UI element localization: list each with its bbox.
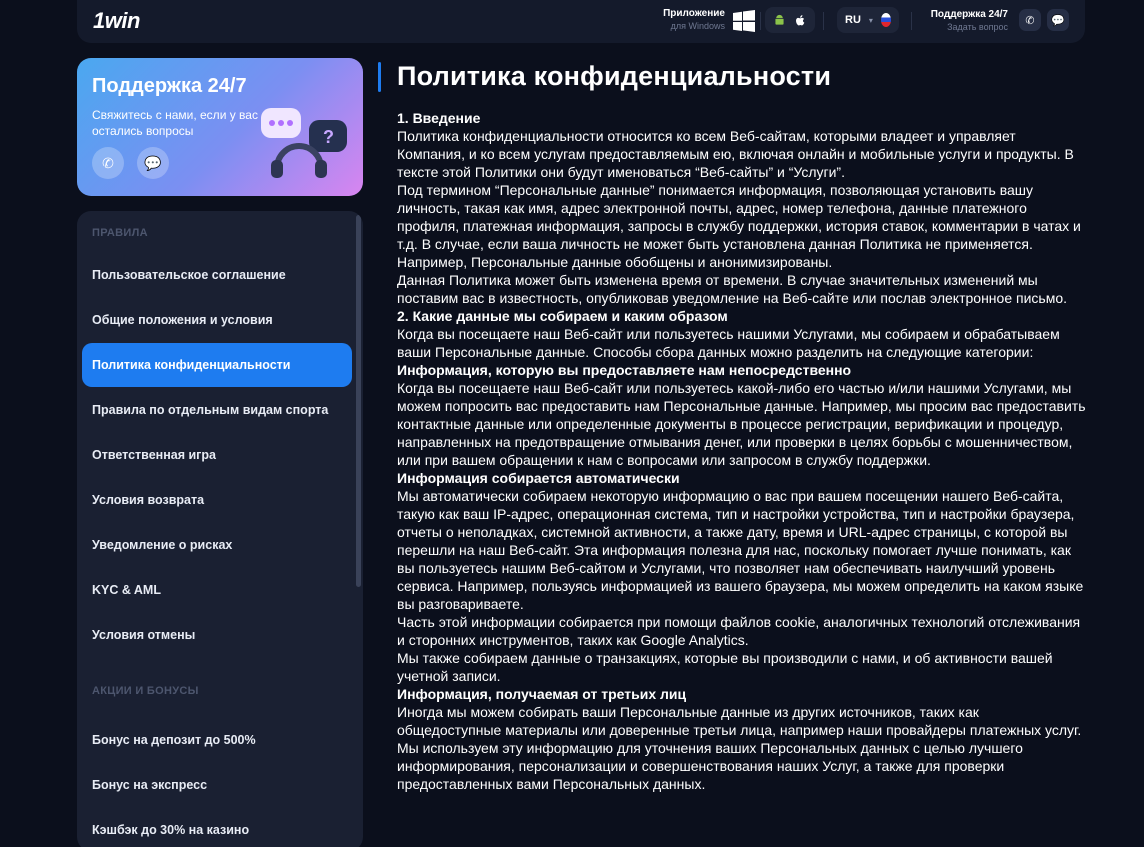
sidebar-item-general-terms[interactable]: Общие положения и условия [82, 298, 352, 342]
chat-icon: 💬 [144, 154, 162, 171]
language-selector[interactable]: RU ▾ [837, 7, 899, 33]
support-link[interactable]: Поддержка 24/7 Задать вопрос [912, 9, 1008, 33]
phone-icon: ✆ [102, 154, 114, 171]
support-phone-button[interactable]: ✆ [92, 147, 124, 179]
section-title-rules: ПРАВИЛА [92, 227, 148, 239]
section-heading: Информация, получаемая от третьих лиц [397, 686, 687, 702]
logo[interactable]: 1win [93, 8, 140, 34]
header-divider [760, 12, 761, 30]
logo-text: 1win [93, 8, 140, 33]
svg-text:?: ? [323, 127, 334, 147]
app-title: Приложение [663, 8, 725, 19]
paragraph: Мы также собираем данные о транзакциях, … [397, 650, 1053, 684]
paragraph: Политика конфиденциальности относится ко… [397, 128, 1074, 180]
section-heading: 2. Какие данные мы собираем и каким обра… [397, 308, 728, 324]
support-subtitle: Задать вопрос [947, 22, 1008, 32]
chevron-down-icon: ▾ [868, 15, 873, 25]
support-card-description: Свяжитесь с нами, если у вас остались во… [92, 108, 258, 138]
section-title-promos: АКЦИИ И БОНУСЫ [92, 685, 199, 697]
sidebar-item-privacy-policy[interactable]: Политика конфиденциальности [82, 343, 352, 387]
sidebar-item-refund-terms[interactable]: Условия возврата [82, 478, 352, 522]
sidebar-item-responsible-gaming[interactable]: Ответственная игра [82, 433, 352, 477]
russia-flag-icon [880, 13, 891, 27]
support-chat-button[interactable]: 💬 [137, 147, 169, 179]
sidebar-item-cancellation-terms[interactable]: Условия отмены [82, 613, 352, 657]
page-title: Политика конфиденциальности [397, 61, 832, 91]
app-subtitle: для Windows [670, 21, 725, 31]
policy-text: 1. Введение Политика конфиденциальности … [397, 109, 1087, 847]
top-header: 1win Приложение для Windows RU ▾ Поддерж… [77, 0, 1085, 43]
app-download-link[interactable]: Приложение для Windows [637, 8, 725, 32]
sidebar-item-kyc-aml[interactable]: KYC & AML [82, 568, 352, 612]
sidebar-item-user-agreement[interactable]: Пользовательское соглашение [82, 253, 352, 297]
language-code: RU [845, 14, 861, 26]
paragraph: Данная Политика может быть изменена врем… [397, 272, 1067, 306]
sidebar-item-risk-notice[interactable]: Уведомление о рисках [82, 523, 352, 567]
paragraph: Под термином “Персональные данные” поним… [397, 182, 1081, 270]
chat-button[interactable]: 💬 [1047, 9, 1069, 31]
sidebar-item-casino-cashback[interactable]: Кэшбэк до 30% на казино [82, 808, 352, 847]
paragraph: Когда вы посещаете наш Веб-сайт или поль… [397, 380, 1086, 468]
section-heading: Информация, которую вы предоставляете на… [397, 362, 852, 378]
paragraph: Мы автоматически собираем некоторую инфо… [397, 488, 1084, 612]
windows-icon[interactable] [732, 9, 756, 33]
paragraph: Когда вы посещаете наш Веб-сайт или поль… [397, 326, 1060, 360]
mobile-apps-group [765, 7, 815, 33]
apple-icon[interactable] [794, 14, 807, 27]
chat-icon: 💬 [1051, 14, 1065, 27]
rules-sidebar: ПРАВИЛА Пользовательское соглашение Общи… [77, 211, 363, 847]
sidebar-item-deposit-bonus[interactable]: Бонус на депозит до 500% [82, 718, 352, 762]
support-title: Поддержка 24/7 [930, 9, 1008, 20]
title-accent-bar [378, 62, 381, 92]
sidebar-item-sport-rules[interactable]: Правила по отдельным видам спорта [82, 388, 352, 432]
support-card-title: Поддержка 24/7 [92, 75, 247, 97]
headset-chat-illustration: ? [261, 108, 347, 178]
header-divider [823, 12, 824, 30]
sidebar-item-express-bonus[interactable]: Бонус на экспресс [82, 763, 352, 807]
phone-icon: ✆ [1025, 14, 1035, 27]
section-heading: Информация собирается автоматически [397, 470, 680, 486]
android-icon[interactable] [773, 14, 786, 27]
support-card: Поддержка 24/7 Свяжитесь с нами, если у … [77, 58, 363, 196]
paragraph: Иногда мы можем собирать ваши Персональн… [397, 704, 1082, 792]
section-heading: 1. Введение [397, 110, 481, 126]
phone-button[interactable]: ✆ [1019, 9, 1041, 31]
sidebar-scrollbar[interactable] [356, 215, 361, 587]
paragraph: Часть этой информации собирается при пом… [397, 614, 1081, 648]
